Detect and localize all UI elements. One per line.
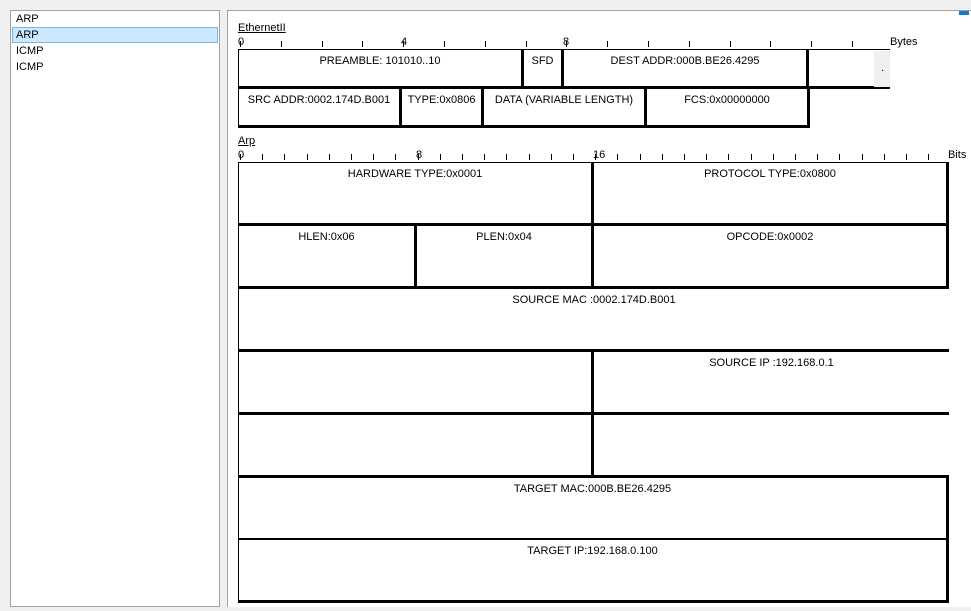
ruler-tick — [262, 154, 263, 160]
ruler-tick — [811, 41, 812, 47]
data-field: DATA (VARIABLE LENGTH) — [483, 88, 647, 128]
ruler-tick — [684, 154, 685, 160]
ruler-tick — [281, 41, 282, 47]
ruler-tick — [573, 154, 574, 160]
ruler-tick — [862, 154, 863, 160]
ruler-tick — [322, 41, 323, 47]
src-addr-field: SRC ADDR:0002.174D.B001 — [238, 88, 402, 128]
ruler-tick — [307, 154, 308, 160]
target-ip-field: TARGET IP:192.168.0.100 — [238, 539, 949, 603]
ruler-tick — [730, 41, 731, 47]
hlen-field: HLEN:0x06 — [238, 225, 417, 289]
ruler-tick — [595, 154, 596, 160]
dest-addr-field: DEST ADDR:000B.BE26.4295 — [563, 49, 809, 89]
ruler-tick — [839, 154, 840, 160]
ruler-tick — [362, 41, 363, 47]
ruler-tick — [529, 154, 530, 160]
preamble-field: PREAMBLE: 101010..10 — [238, 49, 524, 89]
ruler-tick — [506, 154, 507, 160]
list-item[interactable]: ARP — [11, 11, 219, 27]
sfd-field: SFD — [523, 49, 564, 89]
ruler-tick — [462, 154, 463, 160]
ruler-tick — [373, 154, 374, 160]
ruler-tick — [884, 154, 885, 160]
list-item[interactable]: ICMP — [11, 59, 219, 75]
ruler-tick — [566, 41, 567, 47]
ruler-tick — [526, 41, 527, 47]
ruler-tick — [607, 41, 608, 47]
ethernet-title: EthernetII — [238, 22, 286, 34]
source-ip-cont-field — [238, 414, 594, 478]
ruler-tick — [728, 154, 729, 160]
accent-marker — [959, 11, 969, 15]
ruler-tick — [240, 154, 241, 160]
source-mac-field: SOURCE MAC :0002.174D.B001 — [238, 288, 949, 352]
ruler-tick — [689, 41, 690, 47]
ruler-tick — [329, 154, 330, 160]
ruler-tick — [770, 41, 771, 47]
list-item[interactable]: ICMP — [11, 43, 219, 59]
ruler-tick — [403, 41, 404, 47]
ruler-unit: Bits — [948, 149, 967, 161]
ruler-tick — [795, 154, 796, 160]
extra-mark: . — [881, 62, 885, 74]
ruler-tick — [395, 154, 396, 160]
type-field: TYPE:0x0806 — [401, 88, 484, 128]
list-item-selected[interactable]: ARP — [12, 27, 218, 43]
fcs-field: FCS:0x00000000 — [646, 88, 810, 128]
ruler-tick — [852, 41, 853, 47]
ruler-tick — [648, 41, 649, 47]
ruler-tick — [751, 154, 752, 160]
pdu-detail-panel: EthernetII 0 4 8 Bytes PREAMBLE: 101010.… — [227, 10, 971, 607]
target-mac-field: TARGET MAC:000B.BE26.4295 — [238, 477, 949, 541]
ruler-tick — [444, 41, 445, 47]
ruler-label: 0 — [238, 149, 245, 161]
ruler-unit: Bytes — [890, 36, 918, 48]
ruler-tick — [817, 154, 818, 160]
ruler-tick — [484, 154, 485, 160]
ruler-tick — [284, 154, 285, 160]
arp-title: Arp — [238, 135, 256, 147]
packet-list[interactable]: ARP ARP ICMP ICMP — [10, 10, 220, 607]
hardware-type-field: HARDWARE TYPE:0x0001 — [238, 162, 594, 226]
protocol-type-field: PROTOCOL TYPE:0x0800 — [593, 162, 949, 226]
source-ip-field: SOURCE IP :192.168.0.1 — [593, 351, 949, 415]
ruler-label: 8 — [416, 149, 423, 161]
ruler-tick — [773, 154, 774, 160]
ruler-tick — [662, 154, 663, 160]
ruler-tick — [928, 154, 929, 160]
source-mac-cont-field — [238, 351, 594, 415]
ruler-tick — [551, 154, 552, 160]
ruler-tick — [706, 154, 707, 160]
ruler-label: 0 — [238, 36, 245, 48]
plen-field: PLEN:0x04 — [416, 225, 594, 289]
ruler-tick — [485, 41, 486, 47]
opcode-field: OPCODE:0x0002 — [593, 225, 949, 289]
ruler-tick — [440, 154, 441, 160]
target-mac-start-field — [593, 414, 949, 478]
ruler-tick — [640, 154, 641, 160]
ruler-tick — [240, 41, 241, 47]
ruler-tick — [906, 154, 907, 160]
ruler-tick — [418, 154, 419, 160]
ruler-tick — [617, 154, 618, 160]
ruler-label: 4 — [401, 36, 408, 48]
ruler-tick — [351, 154, 352, 160]
